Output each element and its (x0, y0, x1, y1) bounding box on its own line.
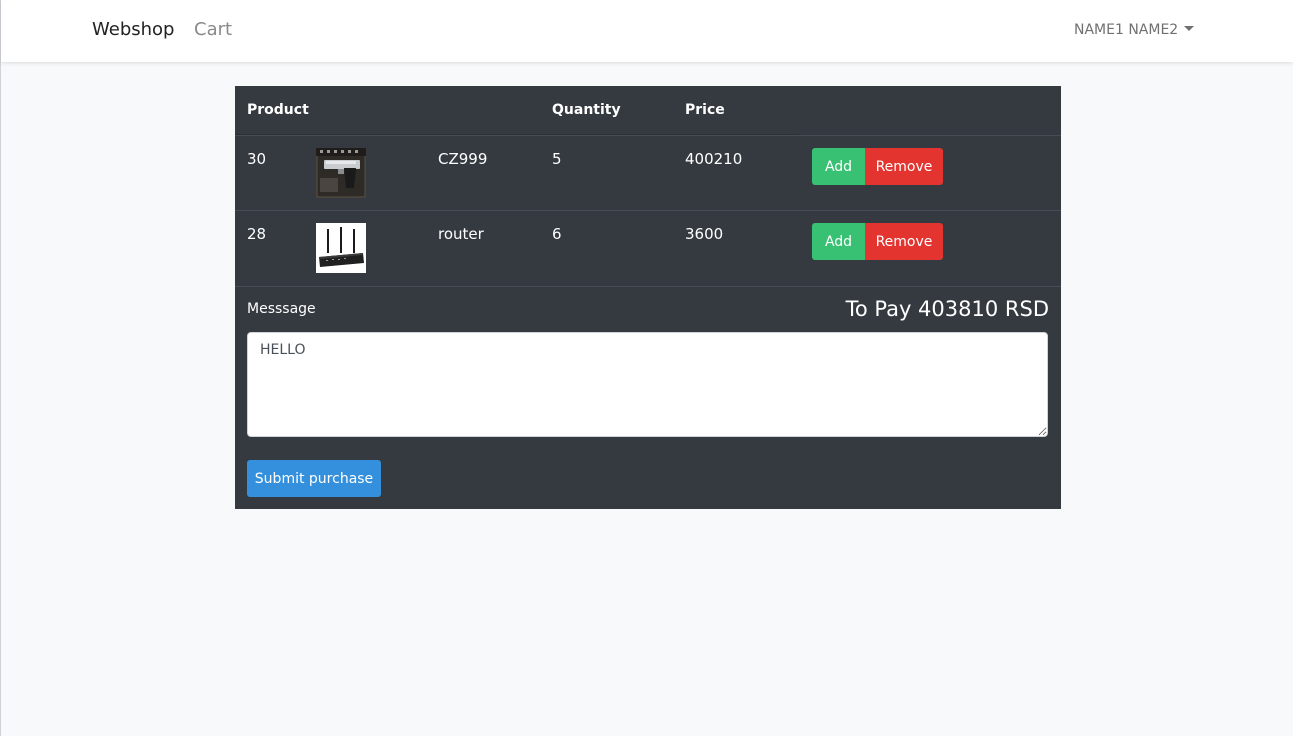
cart-table: Product Quantity Price 30 CZ999 5 400210… (235, 86, 1061, 509)
add-button[interactable]: Add (812, 223, 865, 260)
message-textarea[interactable]: HELLO (247, 332, 1048, 437)
submit-purchase-button[interactable]: Submit purchase (247, 460, 381, 497)
message-section: Messsage To Pay 403810 RSD HELLO Submit … (235, 286, 1061, 510)
navbar: Webshop Cart NAME1 NAME2 (1, 0, 1293, 62)
total-to-pay: To Pay 403810 RSD (845, 297, 1049, 321)
caret-down-icon (1184, 25, 1195, 31)
add-button[interactable]: Add (812, 148, 865, 185)
table-header: Product Quantity Price (235, 86, 1061, 135)
table-row: 30 CZ999 5 400210 Add Remove (235, 135, 1061, 211)
product-quantity: 5 (552, 150, 562, 168)
header-quantity: Quantity (552, 102, 621, 118)
user-name: NAME1 NAME2 (1074, 22, 1179, 38)
message-label: Messsage (247, 301, 316, 317)
user-dropdown[interactable]: NAME1 NAME2 (1074, 22, 1195, 38)
remove-button[interactable]: Remove (865, 223, 943, 260)
product-price: 3600 (685, 225, 724, 243)
product-image-router (316, 223, 366, 273)
product-quantity: 6 (552, 225, 562, 243)
nav-cart-link[interactable]: Cart (194, 19, 232, 40)
brand-link[interactable]: Webshop (92, 19, 174, 40)
product-price: 400210 (685, 150, 743, 168)
header-product: Product (247, 102, 309, 118)
product-name: router (438, 225, 484, 243)
product-id: 30 (247, 150, 267, 168)
header-price: Price (685, 102, 725, 118)
product-name: CZ999 (438, 150, 488, 168)
product-image-pistol (316, 148, 366, 198)
product-id: 28 (247, 225, 267, 243)
table-row: 28 router 6 3600 Add Remove (235, 210, 1061, 286)
remove-button[interactable]: Remove (865, 148, 943, 185)
